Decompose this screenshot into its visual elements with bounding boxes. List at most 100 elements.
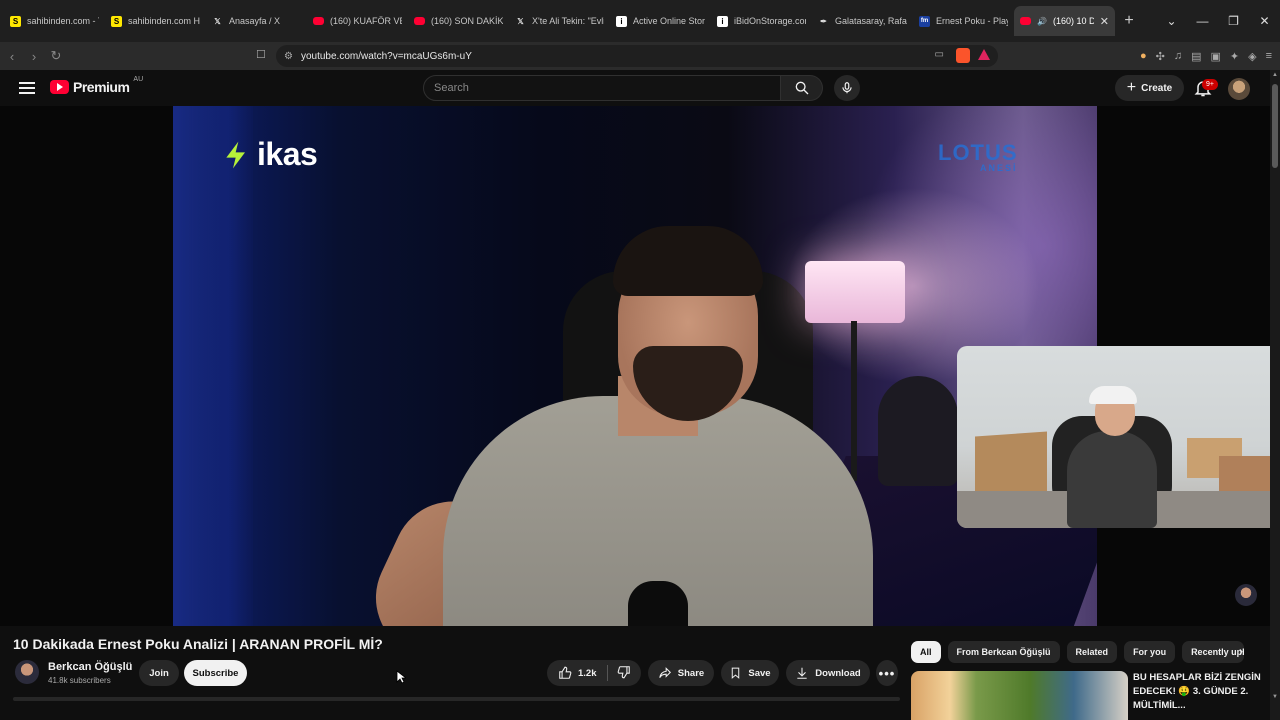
browser-tab[interactable]: i iBidOnStorage.com — [711, 6, 812, 36]
tab-title: iBidOnStorage.com — [734, 16, 806, 26]
account-avatar[interactable] — [1228, 78, 1250, 100]
voice-search-button[interactable] — [834, 75, 860, 101]
minimize-button[interactable]: — — [1187, 14, 1218, 28]
puzzle-icon[interactable]: ✣ — [1156, 50, 1165, 63]
extensions-area: ● ✣ ♫ ▤ ▣ ✦ ◈ ≡ — [1140, 42, 1272, 70]
chevron-right-icon[interactable]: › — [1233, 644, 1249, 660]
search-box: Search — [423, 75, 823, 101]
browser-tab[interactable]: Ssahibinden.com - T — [4, 6, 105, 36]
sahibinden-icon: S — [10, 15, 21, 27]
eagle-statue — [878, 376, 958, 486]
share-button[interactable]: Share — [648, 660, 714, 686]
lamp — [805, 261, 905, 323]
recommended-video-thumbnail[interactable] — [911, 671, 1128, 720]
close-window-button[interactable]: ✕ — [1249, 14, 1280, 28]
video-player[interactable]: ikas LOTUS ANESİ — [0, 106, 1270, 626]
recommended-video-title[interactable]: BU HESAPLAR BİZİ ZENGİN EDECEK! 🤑 3. GÜN… — [1133, 671, 1263, 713]
forward-icon[interactable]: › — [24, 49, 44, 64]
channel-watermark[interactable] — [1235, 584, 1257, 606]
more-actions-button[interactable]: ••• — [876, 660, 898, 686]
url-field[interactable]: ⚙ youtube.com/watch?v=mcaUGs6m-uY ▭ — [276, 45, 998, 67]
reload-icon[interactable]: ↻ — [46, 48, 66, 64]
search-input[interactable]: Search — [423, 75, 781, 101]
subscribe-label: Subscribe — [192, 667, 239, 679]
channel-avatar[interactable] — [15, 660, 39, 684]
search-button[interactable] — [781, 75, 823, 101]
filter-chip[interactable]: From Berkcan Öğüşlü — [947, 641, 1060, 663]
browser-tab[interactable]: i Active Online Store — [610, 6, 711, 36]
tab-search-icon[interactable]: ⌄ — [1156, 14, 1187, 28]
ikas-logo: ikas — [221, 136, 318, 173]
browser-tab[interactable]: (160) SON DAKİKA — [408, 6, 509, 36]
microphone-icon — [842, 82, 852, 94]
webcam-person-cap — [1089, 386, 1137, 404]
brave-shield-icon[interactable] — [956, 48, 970, 63]
tab-title: (160) SON DAKİKA — [431, 16, 503, 26]
youtube-icon — [1020, 17, 1031, 25]
save-label: Save — [748, 667, 771, 679]
url-text: youtube.com/watch?v=mcaUGs6m-uY — [300, 50, 472, 62]
tab-list: Ssahibinden.com - T Ssahibinden.com Ha 𝕏 An… — [4, 6, 1115, 36]
filter-chip[interactable]: Related — [1066, 641, 1118, 663]
mouse-cursor-icon — [396, 670, 406, 684]
music-icon[interactable]: ♫ — [1174, 50, 1182, 62]
download-label: Download — [815, 667, 861, 679]
browser-tab[interactable]: fm Ernest Poku - Playe — [913, 6, 1014, 36]
thumbs-up-icon — [559, 666, 572, 679]
new-tab-button[interactable]: + — [1117, 9, 1141, 33]
scroll-thumb[interactable] — [1272, 84, 1278, 168]
thumbs-down-icon[interactable] — [617, 665, 631, 679]
create-button[interactable]: + Create — [1115, 75, 1184, 101]
youtube-premium-logo[interactable]: Premium AU — [50, 76, 143, 95]
store-icon: i — [717, 15, 728, 27]
browser-tab[interactable]: Ssahibinden.com Ha — [105, 6, 206, 36]
vpn-icon[interactable]: ◈ — [1248, 50, 1256, 63]
guide-menu-icon[interactable] — [18, 79, 36, 97]
site-info-icon[interactable]: ⚙ — [284, 51, 293, 62]
join-button[interactable]: Join — [139, 660, 179, 686]
search-placeholder: Search — [434, 82, 469, 94]
speaker-icon[interactable]: 🔊 — [1037, 17, 1047, 26]
description-box-edge — [13, 697, 900, 701]
close-tab-icon[interactable]: ✕ — [1100, 15, 1109, 28]
leo-icon[interactable]: ✦ — [1230, 50, 1239, 63]
browser-tab[interactable]: 𝕏 Anasayfa / X — [206, 6, 307, 36]
browser-tab[interactable]: (160) KUAFÖR VE S — [307, 6, 408, 36]
tab-title: sahibinden.com - T — [27, 16, 99, 26]
restore-button[interactable]: ❐ — [1218, 14, 1249, 28]
page-scrollbar[interactable]: ▲ ▼ — [1270, 70, 1280, 720]
address-toolbar: ‹ › ↻ ☐ ⚙ youtube.com/watch?v=mcaUGs6m-u… — [0, 42, 1280, 70]
filter-chip[interactable]: All — [911, 641, 941, 663]
back-icon[interactable]: ‹ — [2, 49, 22, 64]
person-hair — [613, 226, 763, 296]
reading-list-icon[interactable]: ▤ — [1191, 50, 1201, 63]
subscribe-button[interactable]: Subscribe — [184, 660, 247, 686]
channel-name[interactable]: Berkcan Öğüşlü — [48, 661, 132, 673]
wallet-icon[interactable]: ▣ — [1210, 50, 1220, 63]
x-icon: 𝕏 — [214, 16, 221, 26]
browser-tab[interactable]: ✒ Galatasaray, Rafael — [812, 6, 913, 36]
cast-icon[interactable]: ▭ — [935, 49, 944, 60]
download-button[interactable]: Download — [786, 660, 870, 686]
lotus-text: LOTUS — [938, 140, 1018, 165]
youtube-play-icon — [50, 80, 69, 94]
scroll-down-arrow-icon[interactable]: ▼ — [1270, 694, 1280, 700]
save-button[interactable]: Save — [721, 660, 779, 686]
scroll-up-arrow-icon[interactable]: ▲ — [1270, 72, 1280, 78]
youtube-masthead: Premium AU Search + Create — [0, 70, 1270, 106]
plus-icon: + — [1126, 79, 1137, 96]
brave-rewards-icon[interactable] — [978, 49, 990, 60]
bookmark-save-icon — [732, 667, 740, 679]
extension-icon[interactable]: ● — [1140, 50, 1147, 62]
url-area: ☐ ⚙ youtube.com/watch?v=mcaUGs6m-uY ▭ — [252, 45, 998, 67]
bookmark-icon[interactable]: ☐ — [256, 48, 266, 61]
filter-chip[interactable]: For you — [1124, 641, 1176, 663]
youtube-icon — [313, 17, 324, 25]
tab-title: (160) 10 Da — [1052, 16, 1094, 26]
browser-tab[interactable]: 🔊 (160) 10 Da ✕ — [1014, 6, 1115, 36]
browser-tab[interactable]: 𝕏 X'te Ali Tekin: "Evliy — [509, 6, 610, 36]
fm-icon: fm — [919, 15, 930, 27]
create-label: Create — [1141, 82, 1173, 94]
menu-icon[interactable]: ≡ — [1266, 50, 1272, 62]
like-button[interactable]: 1.2k — [547, 660, 641, 686]
